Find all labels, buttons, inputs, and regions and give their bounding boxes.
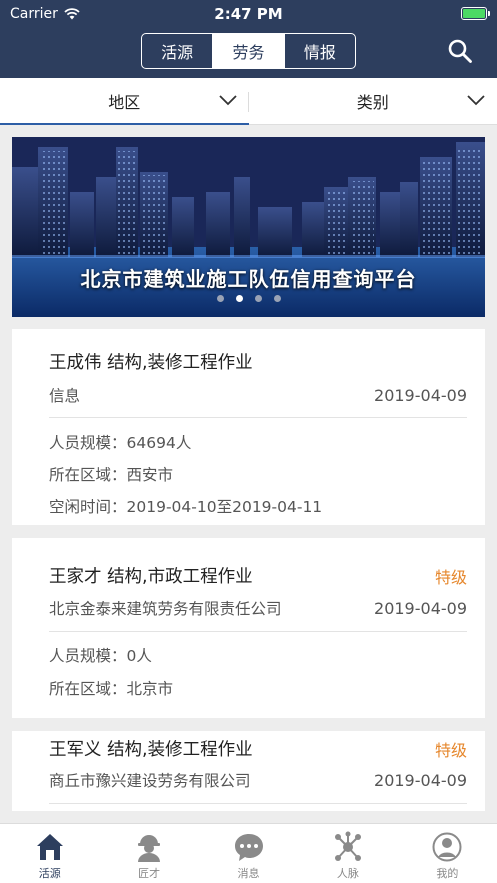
tab-bar-label: 我的 bbox=[436, 867, 459, 880]
chevron-down-icon bbox=[467, 95, 485, 106]
listing-title: 王军义 结构,装修工程作业 bbox=[49, 740, 253, 760]
level-badge: 特级 bbox=[434, 567, 467, 587]
area-label: 所在区域： bbox=[49, 680, 127, 698]
carousel-dot[interactable] bbox=[254, 295, 262, 302]
listing-meta: 信息 2019-04-09 bbox=[49, 384, 467, 406]
carousel-dot[interactable] bbox=[216, 295, 224, 302]
tab-bar-label: 人脉 bbox=[336, 867, 359, 880]
free-time-label: 空闲时间： bbox=[49, 498, 127, 516]
area-row: 所在区域： 西安市 bbox=[49, 463, 467, 485]
tab-bar-item-jiangcai[interactable]: 匠才 bbox=[99, 824, 198, 883]
status-bar: Carrier 2:47 PM bbox=[0, 0, 497, 28]
carrier-indicator: Carrier bbox=[10, 6, 80, 22]
scale-row: 人员规模： 64694人 bbox=[49, 431, 467, 453]
home-icon bbox=[36, 834, 63, 860]
listing-header: 王军义 结构,装修工程作业 特级 bbox=[49, 736, 467, 761]
scale-value: 0人 bbox=[126, 647, 152, 665]
free-time-value: 2019-04-10至2019-04-11 bbox=[126, 498, 323, 516]
listing-title: 王成伟 结构,装修工程作业 bbox=[49, 353, 253, 373]
listing-card[interactable]: 王成伟 结构,装修工程作业 信息 2019-04-09 人员规模： 64694人… bbox=[12, 329, 485, 525]
area-label: 所在区域： bbox=[49, 466, 127, 484]
chevron-down-icon bbox=[218, 95, 237, 106]
bottom-tab-bar: 活源 匠才 消息 人脉 我的 bbox=[0, 823, 497, 883]
listing-company: 信息 bbox=[49, 387, 81, 405]
area-row: 所在区域： 北京市 bbox=[49, 677, 467, 699]
listing-header: 王家才 结构,市政工程作业 特级 bbox=[49, 563, 467, 588]
divider bbox=[49, 803, 467, 804]
tab-huoyuan[interactable]: 活源 bbox=[142, 34, 212, 68]
tab-bar-item-xiaoxi[interactable]: 消息 bbox=[199, 824, 298, 883]
wifi-icon bbox=[64, 8, 80, 20]
area-value: 北京市 bbox=[126, 680, 174, 698]
listing-date: 2019-04-09 bbox=[374, 770, 467, 790]
listing-card[interactable]: 王军义 结构,装修工程作业 特级 商丘市豫兴建设劳务有限公司 2019-04-0… bbox=[12, 731, 485, 811]
tab-laowu[interactable]: 劳务 bbox=[212, 34, 284, 68]
category-filter[interactable]: 类别 bbox=[249, 78, 497, 124]
message-icon bbox=[234, 834, 263, 861]
battery-icon bbox=[461, 7, 490, 20]
listing-title: 王家才 结构,市政工程作业 bbox=[49, 567, 253, 587]
carrier-name: Carrier bbox=[10, 6, 58, 22]
worker-icon bbox=[138, 835, 161, 862]
scale-label: 人员规模： bbox=[49, 647, 127, 665]
listing-date: 2019-04-09 bbox=[374, 598, 467, 618]
nav-bar: 活源 劳务 情报 bbox=[0, 28, 497, 78]
network-icon bbox=[334, 831, 361, 861]
free-time-row: 空闲时间： 2019-04-10至2019-04-11 bbox=[49, 495, 467, 517]
tab-qingbao[interactable]: 情报 bbox=[283, 34, 355, 68]
scale-label: 人员规模： bbox=[49, 434, 127, 452]
tab-bar-label: 匠才 bbox=[138, 867, 161, 880]
divider bbox=[49, 631, 467, 632]
segment-control: 活源 劳务 情报 bbox=[141, 33, 356, 69]
region-filter[interactable]: 地区 bbox=[0, 78, 249, 125]
listing-company: 北京金泰来建筑劳务有限责任公司 bbox=[49, 600, 282, 618]
divider bbox=[49, 417, 467, 418]
tab-bar-label: 消息 bbox=[237, 867, 260, 880]
tab-bar-item-huoyuan[interactable]: 活源 bbox=[0, 824, 99, 883]
region-filter-label: 地区 bbox=[108, 93, 141, 112]
banner-carousel[interactable]: 北京市建筑业施工队伍信用查询平台 bbox=[12, 137, 485, 317]
tab-bar-item-wode[interactable]: 我的 bbox=[398, 824, 497, 883]
listing-card[interactable]: 王家才 结构,市政工程作业 特级 北京金泰来建筑劳务有限责任公司 2019-04… bbox=[12, 538, 485, 718]
carousel-dot-active[interactable] bbox=[235, 295, 243, 302]
area-value: 西安市 bbox=[126, 466, 174, 484]
tab-bar-item-renmai[interactable]: 人脉 bbox=[298, 824, 397, 883]
profile-icon bbox=[432, 832, 462, 862]
carousel-dots bbox=[12, 295, 485, 302]
listing-company: 商丘市豫兴建设劳务有限公司 bbox=[49, 772, 251, 790]
listing-date: 2019-04-09 bbox=[374, 385, 467, 405]
scale-row: 人员规模： 0人 bbox=[49, 644, 467, 666]
scale-value: 64694人 bbox=[126, 434, 192, 452]
tab-bar-label: 活源 bbox=[38, 867, 61, 880]
search-icon[interactable] bbox=[447, 38, 473, 64]
listing-meta: 北京金泰来建筑劳务有限责任公司 2019-04-09 bbox=[49, 597, 467, 619]
listing-meta: 商丘市豫兴建设劳务有限公司 2019-04-09 bbox=[49, 769, 467, 791]
level-badge: 特级 bbox=[434, 740, 467, 760]
carousel-dot[interactable] bbox=[273, 295, 281, 302]
banner-title: 北京市建筑业施工队伍信用查询平台 bbox=[80, 267, 417, 291]
filter-divider bbox=[248, 92, 249, 112]
category-filter-label: 类别 bbox=[356, 93, 389, 112]
listing-header: 王成伟 结构,装修工程作业 bbox=[49, 349, 467, 374]
